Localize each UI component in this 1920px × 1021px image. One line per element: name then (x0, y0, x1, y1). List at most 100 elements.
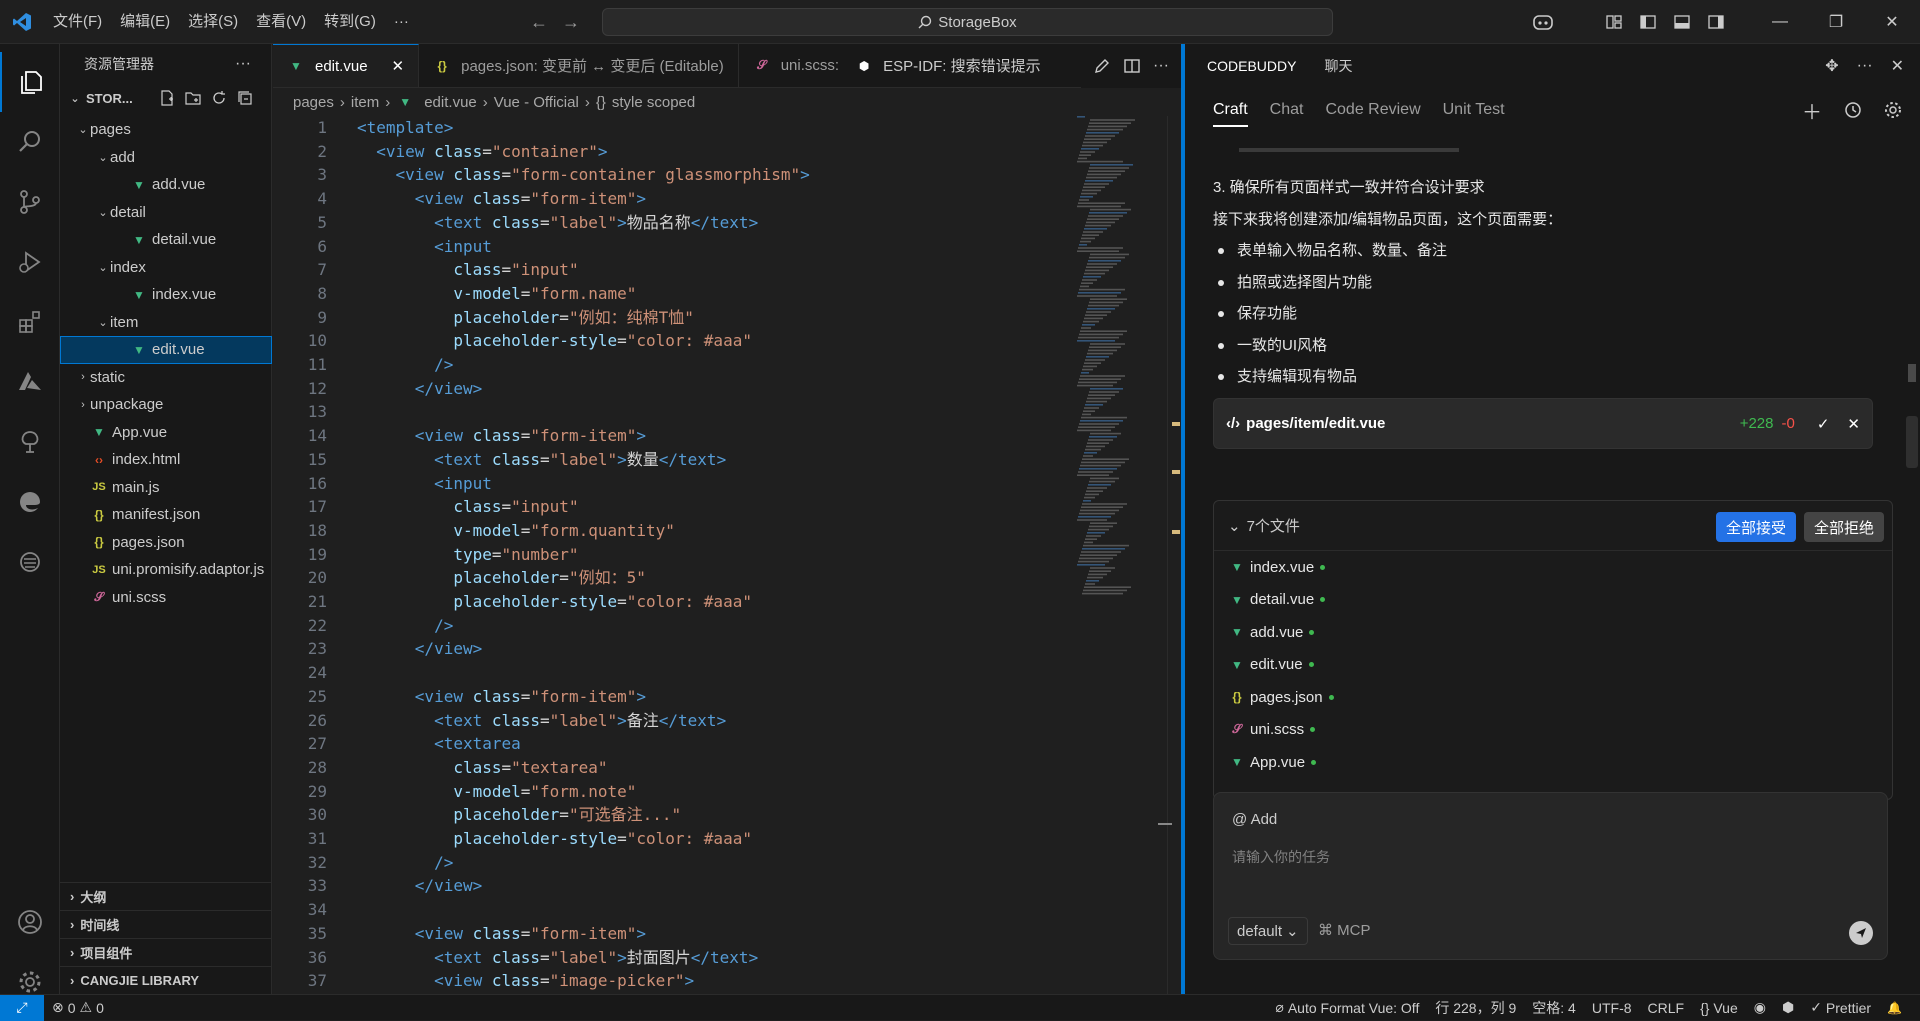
search-icon[interactable] (0, 112, 60, 172)
tree-item[interactable]: JS main.js (60, 474, 272, 502)
changed-file-item[interactable]: ▼ detail.vue (1214, 584, 1892, 617)
history-icon[interactable] (1844, 101, 1862, 119)
section-outline[interactable]: › 大纲 (60, 882, 272, 910)
tree-item[interactable]: ▼ App.vue (60, 419, 272, 447)
tree-item[interactable]: ⌄ detail (60, 199, 272, 227)
command-center[interactable]: StorageBox (602, 8, 1333, 36)
back-arrow-icon[interactable]: ← (530, 12, 548, 33)
remote-connection-icon[interactable] (0, 532, 60, 592)
tree-item[interactable]: › unpackage (60, 391, 272, 419)
tree-item[interactable]: ‹› index.html (60, 446, 272, 474)
status-item[interactable]: ✓ Prettier (1802, 999, 1879, 1016)
section-project-components[interactable]: › 项目组件 (60, 938, 272, 966)
tree-item[interactable]: ▼ edit.vue (60, 336, 272, 364)
tree-item[interactable]: 𝒮uni.scss (60, 584, 272, 612)
workspace-root[interactable]: ⌄ STOR... (60, 84, 271, 112)
close-panel-icon[interactable]: ✕ (1891, 56, 1904, 76)
tree-item[interactable]: JS uni.promisify.adaptor.js (60, 556, 272, 584)
tab-uni-scss[interactable]: 𝒮 uni.scss: (739, 44, 853, 87)
tree-item[interactable]: {} pages.json (60, 529, 272, 557)
tab-chat[interactable]: Chat (1270, 101, 1304, 119)
copilot-icon[interactable] (1529, 8, 1557, 36)
tab-code-review[interactable]: Code Review (1325, 101, 1420, 119)
toggle-panel-icon[interactable] (1668, 8, 1696, 36)
menu-item[interactable]: 转到(G) (315, 0, 385, 44)
minimap[interactable] (1077, 116, 1157, 616)
menu-item[interactable]: 文件(F) (44, 0, 111, 44)
tab-esp-idf[interactable]: ⬢ ESP-IDF: 搜索错误提示 (853, 44, 1055, 87)
customize-layout-icon[interactable] (1600, 8, 1628, 36)
tab-unit-test[interactable]: Unit Test (1443, 101, 1505, 119)
explorer-icon[interactable] (0, 52, 60, 112)
tree-item[interactable]: ⌄ add (60, 144, 272, 172)
toggle-primary-sidebar-icon[interactable] (1634, 8, 1662, 36)
section-timeline[interactable]: › 时间线 (60, 910, 272, 938)
mode-select[interactable]: default ⌄ (1228, 917, 1308, 945)
tree-item[interactable]: › static (60, 364, 272, 392)
copilot-status-icon[interactable]: ◉ (1746, 999, 1774, 1016)
status-item[interactable]: 行 228，列 9 (1427, 998, 1524, 1018)
status-item[interactable]: UTF-8 (1584, 1000, 1640, 1016)
mcp-button[interactable]: ⌘ MCP (1318, 921, 1371, 939)
close-window-icon[interactable]: ✕ (1864, 0, 1920, 44)
more-actions-icon[interactable]: ··· (1857, 57, 1873, 75)
split-editor-icon[interactable] (1123, 57, 1141, 75)
code-editor[interactable]: 1 <template> 2 <view class="container"> 3 <… (273, 116, 1181, 994)
menu-item[interactable]: 编辑(E) (111, 0, 179, 44)
status-item[interactable]: 空格: 4 (1524, 998, 1584, 1018)
tree-item[interactable]: {} manifest.json (60, 501, 272, 529)
overview-ruler[interactable] (1158, 116, 1181, 994)
forward-arrow-icon[interactable]: → (562, 12, 580, 33)
breadcrumb-item[interactable]: edit.vue (424, 94, 477, 111)
breadcrumb-item[interactable]: item (351, 94, 379, 111)
changed-file-item[interactable]: 𝒮uni.scss (1214, 714, 1892, 747)
codebuddy-status-icon[interactable]: ⬢ (1774, 999, 1802, 1016)
tab-pages-json-diff[interactable]: {} pages.json: 变更前 ↔ 变更后 (Editable) (419, 44, 739, 87)
tree-item[interactable]: ▼ detail.vue (60, 226, 272, 254)
azure-icon[interactable] (0, 352, 60, 412)
refresh-icon[interactable] (211, 90, 227, 106)
restore-icon[interactable]: ❐ (1808, 0, 1864, 44)
panel-tab-codebuddy[interactable]: CODEBUDDY (1207, 58, 1296, 74)
breadcrumb-item[interactable]: Vue - Official (494, 94, 579, 111)
tab-edit-vue[interactable]: ▼ edit.vue ✕ (273, 44, 420, 87)
add-context-button[interactable]: @ Add (1232, 811, 1277, 828)
source-control-icon[interactable] (0, 172, 60, 232)
toggle-secondary-sidebar-icon[interactable] (1702, 8, 1730, 36)
new-folder-icon[interactable] (185, 90, 201, 106)
send-button[interactable] (1849, 921, 1873, 945)
account-icon[interactable] (0, 892, 60, 952)
panel-scrollbar[interactable] (1908, 364, 1916, 382)
changed-file-item[interactable]: {} pages.json (1214, 681, 1892, 714)
files-header[interactable]: ⌄ 7个文件 全部接受 全部拒绝 (1214, 501, 1892, 551)
remote-indicator[interactable]: ⤢ (0, 994, 44, 1021)
new-file-icon[interactable] (159, 90, 175, 106)
more-actions-icon[interactable]: ··· (235, 55, 251, 73)
edge-icon[interactable] (0, 472, 60, 532)
breadcrumb-item[interactable]: pages (293, 94, 334, 111)
collapse-all-icon[interactable] (237, 90, 253, 106)
menu-item[interactable]: ··· (385, 0, 418, 44)
menu-item[interactable]: 查看(V) (247, 0, 315, 44)
tree-item[interactable]: ⌄ index (60, 254, 272, 282)
changed-file-item[interactable]: ▼ App.vue (1214, 746, 1892, 779)
task-input[interactable]: 请输入你的任务 (1232, 847, 1330, 867)
status-item[interactable]: CRLF (1640, 1000, 1693, 1016)
reject-all-button[interactable]: 全部拒绝 (1803, 512, 1884, 542)
tab-craft[interactable]: Craft (1213, 101, 1248, 127)
problems-indicator[interactable]: ⊗ 0 ⚠ 0 (44, 999, 112, 1016)
tree-item[interactable]: ▼ index.vue (60, 281, 272, 309)
panel-tab-chat[interactable]: 聊天 (1324, 56, 1352, 76)
tree-icon[interactable] (0, 412, 60, 472)
changed-file-item[interactable]: ▼ add.vue (1214, 616, 1892, 649)
tree-item[interactable]: ▼ add.vue (60, 171, 272, 199)
new-chat-icon[interactable]: ＋ (1802, 96, 1822, 125)
tree-item[interactable]: ⌄ pages (60, 116, 272, 144)
status-item[interactable]: ⌀ Auto Format Vue: Off (1267, 999, 1427, 1016)
accept-check-icon[interactable]: ✓ (1817, 415, 1830, 433)
status-item[interactable]: {} Vue (1692, 1000, 1746, 1016)
settings-icon[interactable] (1884, 101, 1902, 119)
bell-icon[interactable]: 🔔 (1879, 1001, 1910, 1015)
changed-file-item[interactable]: ▼ edit.vue (1214, 649, 1892, 682)
reject-close-icon[interactable]: ✕ (1847, 415, 1860, 433)
